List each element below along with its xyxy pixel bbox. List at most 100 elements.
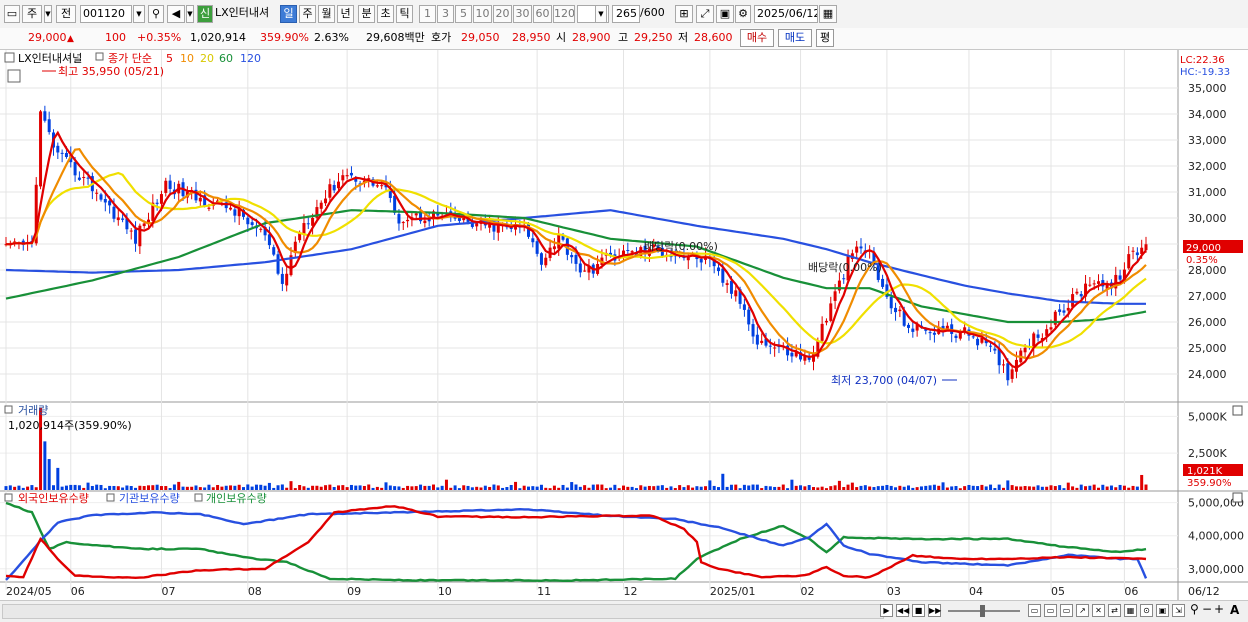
search-icon[interactable]: ⚲ bbox=[148, 5, 164, 23]
month-label: 06 bbox=[71, 585, 85, 598]
export-icon[interactable]: ⇲ bbox=[1172, 604, 1185, 617]
interval-1[interactable]: 1 bbox=[419, 5, 436, 23]
volume-bar bbox=[164, 486, 168, 490]
volume-bar bbox=[233, 485, 237, 490]
candle-body bbox=[276, 254, 280, 274]
sell-button[interactable]: 매도 bbox=[778, 29, 812, 47]
volume-bar bbox=[954, 486, 958, 490]
speaker-icon[interactable]: ◀ bbox=[167, 5, 185, 23]
volume-bar bbox=[531, 486, 535, 490]
interval-120[interactable]: 120 bbox=[553, 5, 575, 23]
layout-icon-2[interactable]: ▭ bbox=[1044, 604, 1057, 617]
volume-bar bbox=[13, 486, 17, 490]
candle-body bbox=[855, 246, 859, 253]
chart-type-icon[interactable]: ▦ bbox=[1124, 604, 1137, 617]
gear-icon[interactable]: ⚙ bbox=[735, 5, 751, 23]
holdings-close-icon[interactable] bbox=[1232, 492, 1243, 503]
scroll-right-icon[interactable]: ▶ bbox=[880, 604, 893, 617]
price-tick-label: 33,000 bbox=[1188, 134, 1227, 147]
zoom-out-icon[interactable]: − bbox=[1202, 602, 1212, 616]
copy-icon[interactable]: ▣ bbox=[1156, 604, 1169, 617]
volume-bar bbox=[1053, 486, 1057, 490]
volume-bar bbox=[777, 486, 781, 490]
auto-scale-button[interactable]: A bbox=[1230, 603, 1239, 617]
candle-body bbox=[911, 328, 915, 332]
new-badge: 신 bbox=[197, 5, 213, 23]
avg-button[interactable]: 평 bbox=[816, 29, 834, 47]
candle-body bbox=[729, 280, 733, 294]
window-icon[interactable]: ▭ bbox=[4, 5, 20, 23]
interval-10[interactable]: 10 bbox=[473, 5, 492, 23]
legend-box-icon[interactable] bbox=[4, 52, 15, 63]
legend-ma-icon[interactable] bbox=[95, 52, 104, 61]
code-dropdown-icon[interactable]: ▼ bbox=[133, 5, 145, 23]
period-minute[interactable]: 분 bbox=[358, 5, 375, 23]
volume-bar bbox=[773, 486, 777, 490]
type-select[interactable]: 주 bbox=[22, 5, 42, 23]
zoom-search-icon[interactable]: ⚲ bbox=[1190, 602, 1199, 616]
type-dropdown-icon[interactable]: ▼ bbox=[44, 5, 52, 23]
candle-body bbox=[932, 332, 936, 335]
speaker-dropdown-icon[interactable]: ▼ bbox=[186, 5, 194, 23]
buy-button[interactable]: 매수 bbox=[740, 29, 774, 47]
zoom-in-icon[interactable]: + bbox=[1214, 602, 1224, 616]
candle-body bbox=[889, 296, 893, 309]
layout-icon-3[interactable]: ▭ bbox=[1060, 604, 1073, 617]
trend-icon[interactable]: ↗ bbox=[1076, 604, 1089, 617]
period-tick[interactable]: 틱 bbox=[396, 5, 413, 23]
candle-body bbox=[159, 194, 163, 204]
volume-bar bbox=[423, 485, 427, 490]
candle-body bbox=[168, 180, 172, 189]
candle-body bbox=[859, 246, 863, 249]
stop-icon[interactable]: ■ bbox=[912, 604, 925, 617]
interval-3[interactable]: 3 bbox=[437, 5, 454, 23]
compare-icon[interactable]: ⇄ bbox=[1108, 604, 1121, 617]
holdings-individual-icon[interactable] bbox=[194, 493, 203, 502]
candle-body bbox=[881, 278, 885, 287]
candle-body bbox=[77, 177, 81, 180]
save-icon[interactable]: ▣ bbox=[716, 5, 734, 23]
layout-icon-1[interactable]: ▭ bbox=[1028, 604, 1041, 617]
period-week[interactable]: 주 bbox=[299, 5, 316, 23]
period-month[interactable]: 월 bbox=[318, 5, 335, 23]
volume-bar bbox=[401, 487, 405, 490]
volume-bar bbox=[824, 488, 828, 490]
cross-icon[interactable]: ✕ bbox=[1092, 604, 1105, 617]
period-year[interactable]: 년 bbox=[337, 5, 354, 23]
holdings-foreign-icon[interactable] bbox=[4, 493, 13, 502]
horizontal-scrollbar[interactable] bbox=[2, 604, 884, 619]
candle-body bbox=[121, 218, 125, 220]
count-input[interactable]: 265 bbox=[612, 5, 640, 23]
interval-60[interactable]: 60 bbox=[533, 5, 552, 23]
candle-body bbox=[272, 247, 276, 255]
period-second[interactable]: 초 bbox=[377, 5, 394, 23]
volume-close-icon[interactable] bbox=[1232, 405, 1243, 416]
volume-bar bbox=[712, 485, 716, 490]
volume-bar bbox=[812, 487, 815, 490]
zoom-slider-handle[interactable] bbox=[980, 605, 985, 617]
prev-button[interactable]: 전 bbox=[56, 5, 76, 23]
fast-forward-icon[interactable]: ▶▶ bbox=[928, 604, 941, 617]
volume-panel-icon[interactable] bbox=[4, 405, 13, 414]
candle-body bbox=[155, 202, 159, 204]
code-input[interactable]: 001120 bbox=[80, 5, 132, 23]
volume-bar bbox=[518, 488, 522, 490]
volume-bar bbox=[21, 487, 25, 490]
link-icon[interactable]: ⊙ bbox=[1140, 604, 1153, 617]
holdings-institution-icon[interactable] bbox=[106, 493, 115, 502]
interval-dropdown-icon[interactable]: ▼ bbox=[595, 5, 607, 23]
candle-body bbox=[630, 251, 634, 253]
grid-view-icon[interactable] bbox=[7, 69, 21, 83]
interval-20[interactable]: 20 bbox=[493, 5, 512, 23]
candle-body bbox=[971, 336, 975, 338]
interval-30[interactable]: 30 bbox=[513, 5, 532, 23]
calendar-icon[interactable]: ▦ bbox=[819, 5, 837, 23]
date-input[interactable]: 2025/06/12 bbox=[754, 5, 818, 23]
draw-tool-icon[interactable]: ⤢ bbox=[696, 5, 714, 23]
candle-body bbox=[414, 213, 418, 216]
period-day[interactable]: 일 bbox=[280, 5, 297, 23]
interval-5[interactable]: 5 bbox=[455, 5, 472, 23]
volume-bar bbox=[237, 484, 241, 490]
rewind-icon[interactable]: ◀◀ bbox=[896, 604, 909, 617]
indicator-icon[interactable]: ⊞ bbox=[675, 5, 693, 23]
